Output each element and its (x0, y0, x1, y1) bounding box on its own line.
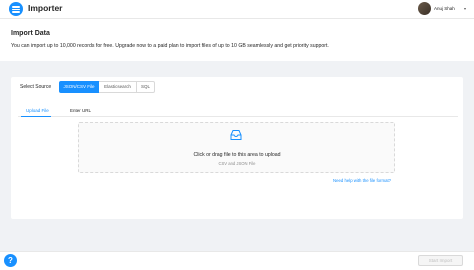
page-header (0, 19, 474, 61)
source-option-sql[interactable]: SQL (137, 81, 155, 93)
source-option-elasticsearch[interactable]: Elasticsearch (99, 81, 137, 93)
footer-bar (0, 251, 474, 270)
inbox-icon (230, 130, 242, 140)
top-bar (0, 0, 474, 19)
page-title: Import Data (11, 30, 50, 37)
start-import-button[interactable]: Start Import (418, 255, 463, 266)
tab-enter-url[interactable]: Enter URL (70, 108, 91, 113)
help-icon[interactable]: ? (4, 254, 17, 267)
active-tab-indicator (21, 116, 51, 117)
app-logo-icon (9, 2, 23, 16)
user-name[interactable]: Anuj Shah (434, 6, 455, 11)
dropzone-text: Click or drag file to this area to uploa… (193, 152, 281, 158)
page-description: You can import up to 10,000 records for … (11, 43, 329, 49)
chevron-down-icon[interactable]: ▾ (464, 6, 466, 11)
dropzone-hint: CSV and JSON File (218, 161, 256, 166)
source-label: Select Source (20, 84, 52, 90)
tab-upload-file[interactable]: Upload File (26, 108, 49, 113)
app-title: Importer (28, 3, 63, 13)
file-format-help-link[interactable]: Need help with the file format? (333, 178, 391, 183)
source-option-json-csv[interactable]: JSON/CSV File (59, 81, 99, 93)
avatar[interactable] (418, 2, 431, 15)
